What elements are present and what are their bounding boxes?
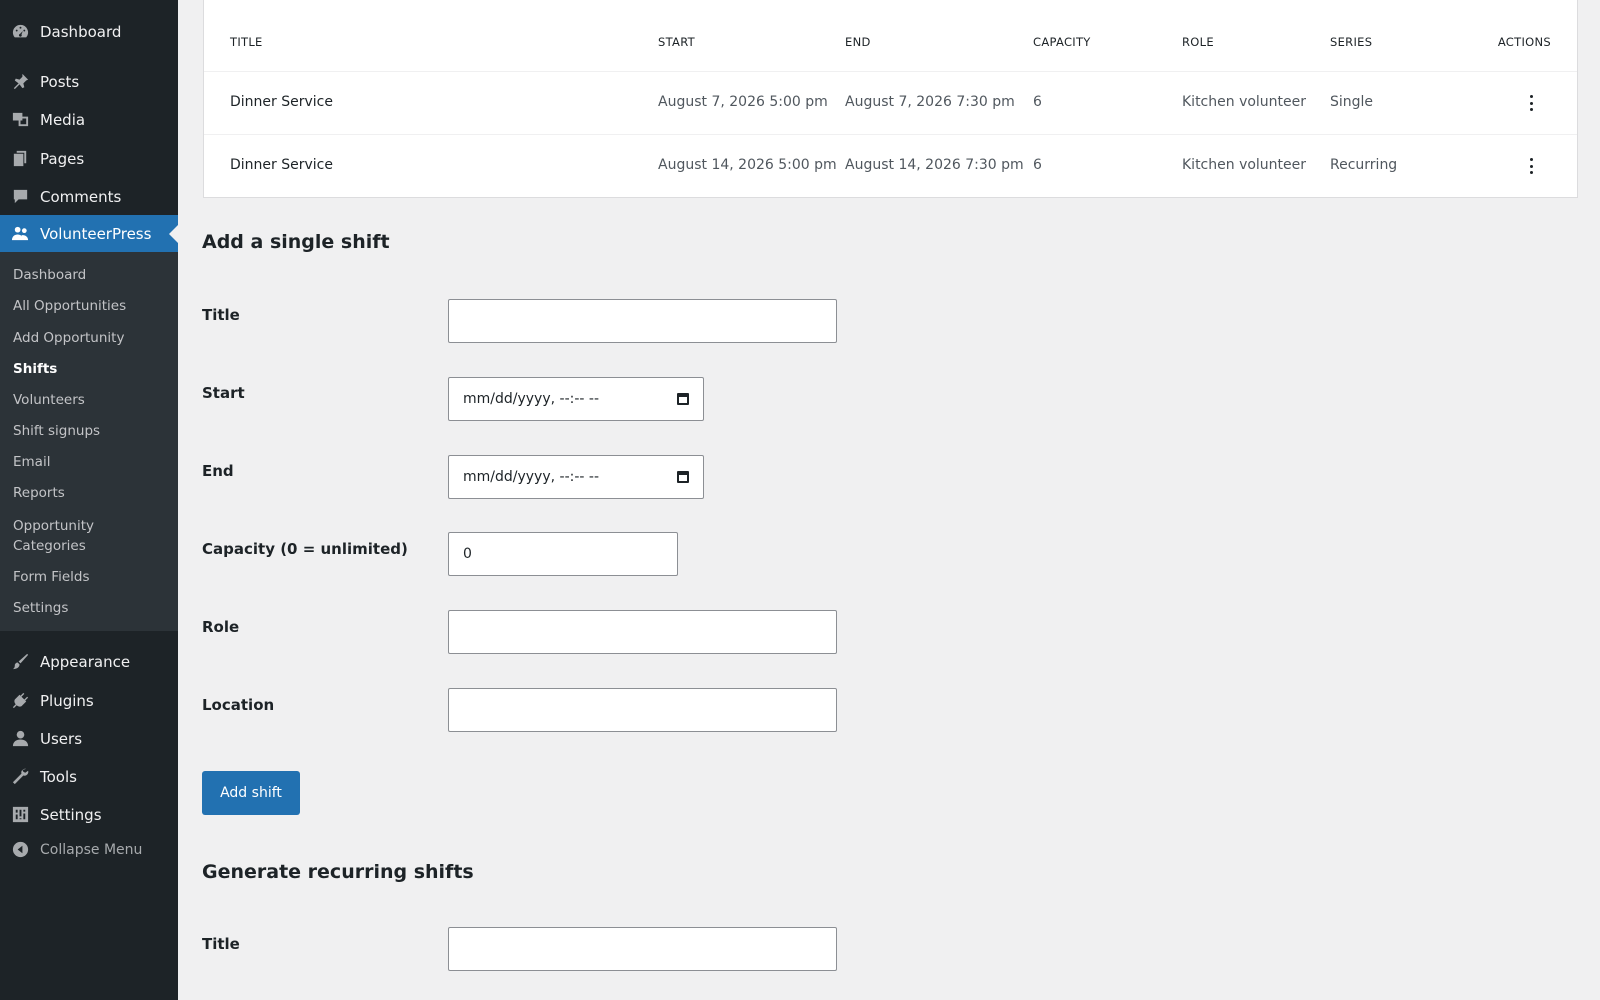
menu-appearance[interactable]: Appearance xyxy=(0,643,178,680)
menu-posts[interactable]: Posts xyxy=(0,63,178,100)
table-row: Dinner Service August 7, 2026 5:00 pm Au… xyxy=(204,71,1577,134)
capacity-input[interactable]: 0 xyxy=(448,532,678,576)
menu-media[interactable]: Media xyxy=(0,101,178,138)
menu-users-label: Users xyxy=(40,729,83,748)
pin-icon xyxy=(10,72,30,92)
end-placeholder: mm/dd/yyyy, --:-- -- xyxy=(463,469,600,485)
cell-title: Dinner Service xyxy=(230,94,333,110)
cell-title: Dinner Service xyxy=(230,157,333,173)
submenu-dashboard[interactable]: Dashboard xyxy=(13,265,173,285)
menu-volunteerpress-label: VolunteerPress xyxy=(40,224,152,243)
title-input[interactable] xyxy=(448,299,837,343)
start-datetime-input[interactable]: mm/dd/yyyy, --:-- -- xyxy=(448,377,704,421)
submenu-add-opportunity[interactable]: Add Opportunity xyxy=(13,328,173,348)
column-header-start: START xyxy=(658,35,695,49)
single-shift-heading: Add a single shift xyxy=(202,231,390,253)
role-label: Role xyxy=(202,618,240,636)
brush-icon xyxy=(10,652,30,672)
sliders-icon xyxy=(10,805,30,825)
row-actions-menu-icon[interactable] xyxy=(1527,93,1535,113)
menu-volunteerpress[interactable]: VolunteerPress xyxy=(0,215,178,252)
add-shift-button[interactable]: Add shift xyxy=(202,771,300,815)
column-header-capacity: CAPACITY xyxy=(1033,35,1091,49)
media-icon xyxy=(10,110,30,130)
column-header-actions: ACTIONS xyxy=(1497,35,1551,49)
submenu-shift-signups[interactable]: Shift signups xyxy=(13,421,173,441)
cell-capacity: 6 xyxy=(1033,94,1042,110)
recurring-title-label: Title xyxy=(202,935,240,953)
submenu-shifts[interactable]: Shifts xyxy=(13,359,173,379)
recurring-shifts-heading: Generate recurring shifts xyxy=(202,861,474,883)
start-placeholder: mm/dd/yyyy, --:-- -- xyxy=(463,391,600,407)
capacity-label: Capacity (0 = unlimited) xyxy=(202,540,408,558)
submenu-settings[interactable]: Settings xyxy=(13,598,173,618)
start-label: Start xyxy=(202,384,245,402)
menu-appearance-label: Appearance xyxy=(40,652,131,671)
menu-users[interactable]: Users xyxy=(0,720,178,757)
cell-role: Kitchen volunteer xyxy=(1182,157,1307,173)
column-header-role: ROLE xyxy=(1182,35,1214,49)
menu-tools[interactable]: Tools xyxy=(0,758,178,795)
calendar-icon[interactable] xyxy=(677,471,689,483)
submenu-email[interactable]: Email xyxy=(13,452,173,472)
column-header-end: END xyxy=(845,35,871,49)
cell-series: Single xyxy=(1330,94,1374,110)
pages-icon xyxy=(10,149,30,169)
shifts-table: TITLE START END CAPACITY ROLE SERIES ACT… xyxy=(203,0,1578,198)
menu-comments[interactable]: Comments xyxy=(0,178,178,215)
column-header-series: SERIES xyxy=(1330,35,1373,49)
column-header-title: TITLE xyxy=(230,35,263,49)
menu-pages[interactable]: Pages xyxy=(0,140,178,177)
cell-start: August 7, 2026 5:00 pm xyxy=(658,94,828,110)
cell-start: August 14, 2026 5:00 pm xyxy=(658,157,837,173)
table-row: Dinner Service August 14, 2026 5:00 pm A… xyxy=(204,134,1577,197)
menu-settings[interactable]: Settings xyxy=(0,796,178,833)
collapse-menu-button[interactable]: Collapse Menu xyxy=(0,831,178,868)
end-label: End xyxy=(202,462,234,480)
volunteerpress-submenu: Dashboard All Opportunities Add Opportun… xyxy=(0,252,178,631)
submenu-form-fields[interactable]: Form Fields xyxy=(13,567,173,587)
cell-end: August 7, 2026 7:30 pm xyxy=(845,94,1015,110)
menu-plugins-label: Plugins xyxy=(40,691,94,710)
comment-icon xyxy=(10,187,30,207)
menu-media-label: Media xyxy=(40,110,86,129)
row-actions-menu-icon[interactable] xyxy=(1527,156,1535,176)
title-label: Title xyxy=(202,306,240,324)
people-icon xyxy=(10,224,30,244)
collapse-menu-label: Collapse Menu xyxy=(40,841,143,858)
menu-posts-label: Posts xyxy=(40,72,80,91)
role-input[interactable] xyxy=(448,610,837,654)
menu-tools-label: Tools xyxy=(40,767,77,786)
submenu-all-opportunities[interactable]: All Opportunities xyxy=(13,296,173,316)
menu-plugins[interactable]: Plugins xyxy=(0,682,178,719)
cell-end: August 14, 2026 7:30 pm xyxy=(845,157,1024,173)
recurring-title-input[interactable] xyxy=(448,927,837,971)
menu-dashboard[interactable]: Dashboard xyxy=(0,13,178,50)
wrench-icon xyxy=(10,767,30,787)
menu-dashboard-label: Dashboard xyxy=(40,22,122,41)
menu-comments-label: Comments xyxy=(40,187,122,206)
cell-role: Kitchen volunteer xyxy=(1182,94,1307,110)
dashboard-icon xyxy=(10,22,30,42)
end-datetime-input[interactable]: mm/dd/yyyy, --:-- -- xyxy=(448,455,704,499)
submenu-volunteers[interactable]: Volunteers xyxy=(13,390,173,410)
capacity-value: 0 xyxy=(463,546,472,562)
location-input[interactable] xyxy=(448,688,837,732)
submenu-opportunity-categories[interactable]: Opportunity Categories xyxy=(13,516,143,556)
submenu-reports[interactable]: Reports xyxy=(13,483,173,503)
location-label: Location xyxy=(202,696,275,714)
collapse-icon xyxy=(10,840,30,860)
cell-capacity: 6 xyxy=(1033,157,1042,173)
user-icon xyxy=(10,729,30,749)
calendar-icon[interactable] xyxy=(677,393,689,405)
cell-series: Recurring xyxy=(1330,157,1398,173)
menu-settings-label: Settings xyxy=(40,805,102,824)
plug-icon xyxy=(10,691,30,711)
admin-sidebar: Dashboard Posts Media Pages Comments Vol… xyxy=(0,0,178,1000)
menu-pages-label: Pages xyxy=(40,149,85,168)
